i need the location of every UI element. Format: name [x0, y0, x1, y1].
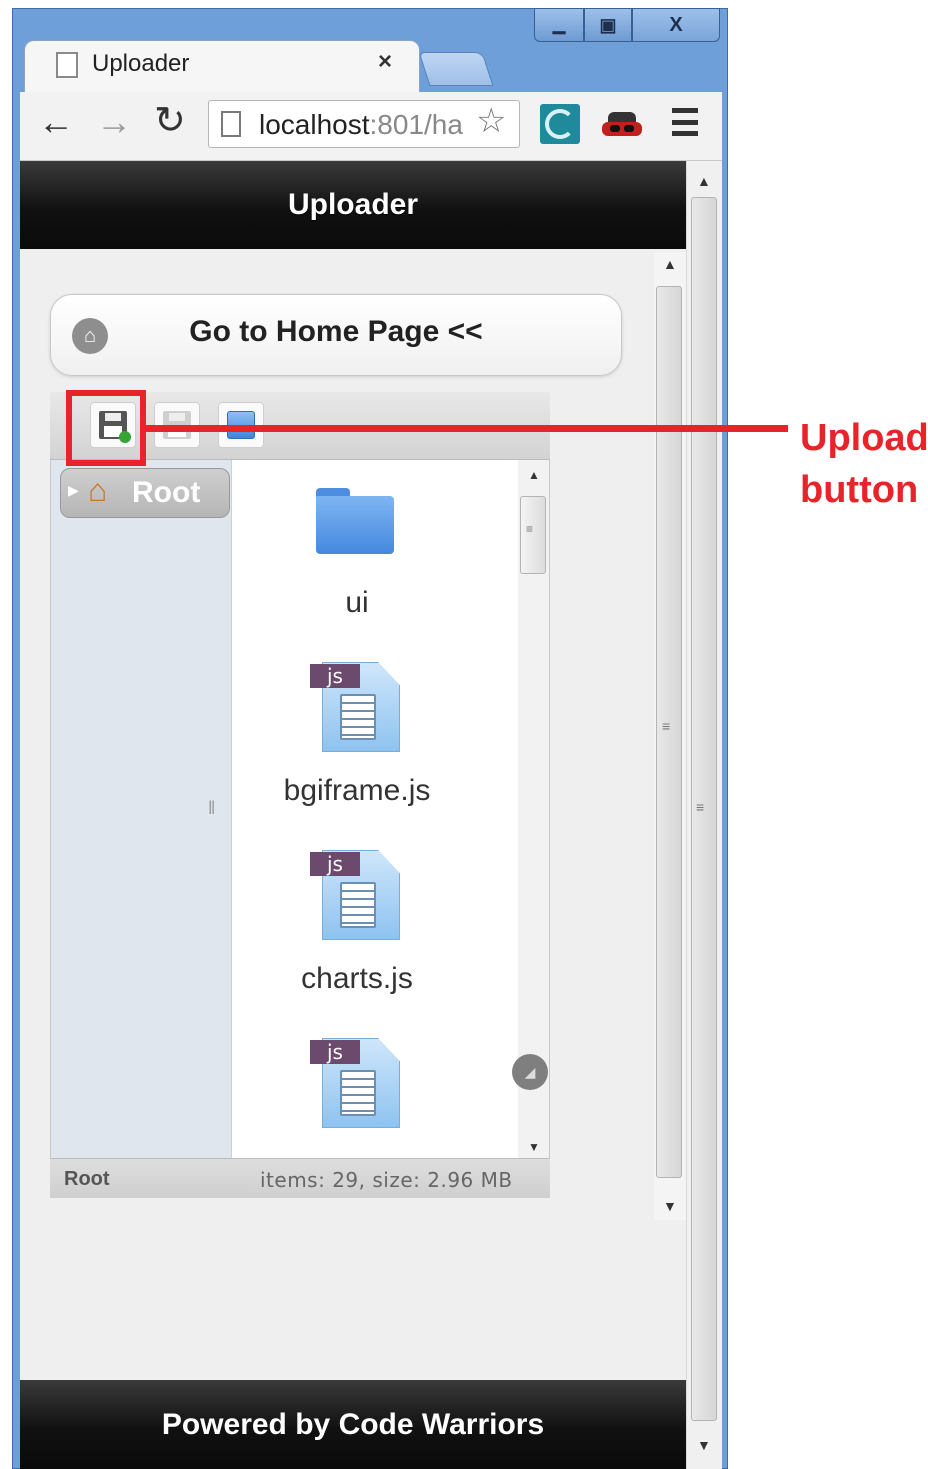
- js-file-icon[interactable]: js: [310, 1034, 402, 1130]
- window-scrollbar[interactable]: ▲ ≡ ▼: [686, 161, 722, 1469]
- tab-title: Uploader: [92, 50, 190, 77]
- file-name[interactable]: ui: [232, 586, 482, 620]
- file-name[interactable]: bgiframe.js: [232, 774, 482, 808]
- extension-icon[interactable]: [540, 104, 580, 144]
- status-summary: items: 29, size: 2.96 MB: [260, 1168, 513, 1192]
- maximize-button[interactable]: ▣: [584, 8, 632, 42]
- scroll-up-arrow-icon[interactable]: ▲: [663, 256, 677, 272]
- chrome-menu-icon[interactable]: [672, 108, 698, 136]
- incognito-icon[interactable]: [602, 112, 642, 138]
- file-name[interactable]: charts.js: [232, 962, 482, 996]
- bookmark-star-icon[interactable]: ☆: [476, 104, 506, 138]
- minimize-button[interactable]: ▁: [534, 8, 584, 42]
- status-path: Root: [64, 1168, 110, 1190]
- expand-arrow-icon[interactable]: ▶: [68, 482, 79, 499]
- folder-tree-panel: [51, 460, 232, 1158]
- scrollbar-grip-icon: ≡: [662, 718, 671, 734]
- home-page-button-label: Go to Home Page <<: [189, 315, 483, 348]
- js-badge: js: [310, 1040, 360, 1064]
- content-scrollbar[interactable]: ▲ ≡ ▼: [654, 252, 686, 1220]
- js-file-icon[interactable]: js: [310, 658, 402, 754]
- tab-page-icon: [56, 52, 78, 78]
- js-badge: js: [310, 852, 360, 876]
- callout-line1: Upload: [800, 417, 928, 459]
- tab-close-icon[interactable]: ×: [378, 48, 392, 76]
- page-title: Uploader: [20, 161, 686, 249]
- page-icon: [221, 111, 241, 137]
- back-arrow-icon[interactable]: ←: [38, 104, 74, 140]
- folder-icon[interactable]: [316, 488, 394, 554]
- callout-line: [146, 425, 788, 432]
- address-bar[interactable]: localhost:801/ha: [208, 100, 520, 148]
- callout-label: Upload button: [800, 412, 928, 516]
- resize-handle-icon[interactable]: ◢: [512, 1054, 548, 1090]
- forward-arrow-icon[interactable]: →: [96, 104, 132, 140]
- callout-line2: button: [800, 469, 919, 511]
- scroll-down-arrow-icon[interactable]: ▼: [528, 1140, 540, 1154]
- scroll-down-arrow-icon[interactable]: ▼: [697, 1437, 711, 1453]
- file-list-scrollbar[interactable]: ▲ ≡ ▼: [518, 460, 549, 1158]
- scrollbar-grip-icon: ≡: [696, 799, 705, 815]
- page-footer: Powered by Code Warriors: [20, 1380, 686, 1469]
- scroll-up-arrow-icon[interactable]: ▲: [697, 173, 711, 189]
- close-window-button[interactable]: X: [632, 8, 720, 42]
- js-badge: js: [310, 664, 360, 688]
- panel-resize-handle[interactable]: ‖: [208, 798, 215, 819]
- tree-root-label: Root: [132, 476, 201, 509]
- window-controls: ▁ ▣ X: [534, 8, 720, 42]
- house-icon: ⌂: [88, 472, 108, 508]
- new-tab-button[interactable]: [418, 52, 494, 86]
- js-file-icon[interactable]: js: [310, 846, 402, 942]
- upload-button-highlight: [66, 390, 146, 466]
- url-text: localhost:801/ha: [259, 109, 463, 140]
- scrollbar-grip-icon: ≡: [526, 522, 534, 536]
- reload-icon[interactable]: ↻: [154, 102, 186, 140]
- scroll-up-arrow-icon[interactable]: ▲: [528, 468, 540, 482]
- scroll-down-arrow-icon[interactable]: ▼: [663, 1198, 677, 1214]
- tab-uploader[interactable]: [24, 40, 420, 92]
